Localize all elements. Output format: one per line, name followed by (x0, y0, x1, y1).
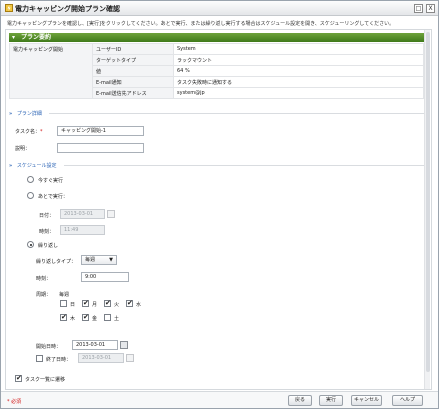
repeat-type-label: 繰り返しタイプ： (36, 259, 77, 265)
period-label: 周期： (36, 292, 52, 298)
summary-section-label: 電力キャッピング開始 (9, 43, 93, 99)
collapse-chevron-icon: ▾ (12, 34, 16, 41)
dialog-title: 電力キャッピング開始プラン確認 (15, 5, 120, 13)
repeat-type-select[interactable]: 毎週 ▼ (81, 255, 117, 265)
start-date-label: 開始日時： (36, 344, 62, 350)
calendar-icon[interactable] (126, 354, 134, 362)
back-button[interactable]: 戻る (288, 395, 312, 406)
day-tue-label: 火 (114, 302, 120, 308)
day-thu-label: 木 (70, 316, 76, 322)
required-mark: * (40, 129, 43, 135)
calendar-icon[interactable] (107, 210, 115, 218)
day-sat-label: 土 (114, 316, 120, 322)
day-fri-checkbox[interactable]: ✔ (82, 314, 89, 321)
dialog-footer: * 必須 戻る 実行 キャンセル ヘルプ (1, 391, 438, 408)
vertical-scrollbar[interactable] (424, 30, 430, 389)
summary-key: ユーザーID (92, 43, 174, 55)
later-time-input[interactable]: 11:49 (60, 225, 105, 235)
plan-summary-title: プラン要約 (21, 34, 52, 41)
description-label: 説明： (15, 146, 31, 152)
repeat-radio[interactable] (27, 241, 34, 248)
task-name-label-text: タスク名： (15, 129, 41, 135)
repeat-type-value: 毎週 (85, 257, 96, 263)
day-wed-checkbox[interactable]: ✔ (126, 300, 133, 307)
required-note: * 必須 (7, 399, 22, 405)
day-fri-label: 金 (92, 316, 98, 322)
end-date-checkbox[interactable] (36, 355, 43, 362)
day-tue-checkbox[interactable]: ✔ (104, 300, 111, 307)
plan-summary-header[interactable]: ▾ プラン要約 (9, 33, 424, 42)
scrollbar-thumb[interactable] (426, 32, 430, 372)
run-later-radio[interactable] (27, 192, 34, 199)
expand-chevron-icon: » (9, 111, 13, 117)
summary-value: ラックマウント (173, 54, 424, 66)
dialog-content-area[interactable]: ▾ プラン要約 電力キャッピング開始 ユーザーID System ターゲットタイ… (5, 29, 432, 390)
run-button[interactable]: 実行 (319, 395, 343, 406)
section-divider (49, 113, 424, 114)
repeat-time-input[interactable]: 9:00 (81, 272, 129, 282)
plan-details-section-header[interactable]: » プラン詳細 (9, 110, 424, 117)
end-date-input[interactable]: 2013-03-01 (78, 353, 124, 363)
repeat-time-label: 時刻： (36, 276, 52, 282)
day-mon-checkbox[interactable]: ✔ (82, 300, 89, 307)
summary-key: ターゲットタイプ (92, 54, 174, 66)
show-task-list-label: タスク一覧に遷移 (25, 377, 66, 383)
power-capping-icon (5, 4, 13, 12)
dialog-description: 電力キャッピングプランを確認し、[実行]をクリックしてください。あとで実行、また… (7, 21, 395, 27)
day-sun-label: 日 (70, 302, 76, 308)
restore-button[interactable]: □ (414, 4, 423, 13)
plan-details-title: プラン詳細 (16, 111, 42, 117)
section-divider (64, 165, 424, 166)
summary-value: System (173, 43, 424, 55)
run-now-label: 今すぐ実行 (38, 178, 64, 184)
task-name-input[interactable]: キャッピング開始-1 (57, 126, 144, 136)
period-value: 毎週 (59, 292, 70, 298)
description-input[interactable] (57, 143, 144, 153)
summary-key: E-mail通知 (92, 76, 174, 88)
task-name-label: タスク名：* (15, 128, 43, 135)
later-date-input[interactable]: 2013-03-01 (60, 209, 105, 219)
summary-key: E-mail送信先アドレス (92, 87, 174, 99)
start-date-input[interactable]: 2013-03-01 (72, 340, 118, 350)
calendar-icon[interactable] (120, 341, 128, 349)
summary-value: タスク失敗時に通知する (173, 76, 424, 88)
day-mon-label: 月 (92, 302, 98, 308)
repeat-label: 繰り返し (38, 243, 59, 249)
summary-value: 64 % (173, 65, 424, 77)
plan-confirmation-dialog: 電力キャッピング開始プラン確認 □ X 電力キャッピングプランを確認し、[実行]… (0, 0, 439, 409)
day-wed-label: 水 (136, 302, 142, 308)
help-button[interactable]: ヘルプ (392, 395, 423, 406)
expand-chevron-icon: » (9, 163, 13, 169)
day-thu-checkbox[interactable]: ✔ (60, 314, 67, 321)
dialog-titlebar[interactable]: 電力キャッピング開始プラン確認 □ X (1, 1, 438, 16)
show-task-list-checkbox[interactable]: ✔ (15, 375, 22, 382)
run-now-radio[interactable] (27, 176, 34, 183)
cancel-button[interactable]: キャンセル (351, 395, 382, 406)
end-date-label: 終了日時： (46, 357, 72, 363)
plan-summary-table: 電力キャッピング開始 ユーザーID System ターゲットタイプ ラックマウン… (9, 43, 424, 99)
day-sun-checkbox[interactable] (60, 300, 67, 307)
later-time-label: 時刻： (39, 229, 55, 235)
summary-value: system@jp (173, 87, 424, 99)
run-later-label: あとで実行： (38, 194, 68, 200)
schedule-title: スケジュール設定 (16, 163, 57, 169)
summary-key: 値 (92, 65, 174, 77)
close-button[interactable]: X (426, 4, 435, 13)
dropdown-arrow-icon: ▼ (109, 257, 113, 263)
schedule-section-header[interactable]: » スケジュール設定 (9, 162, 424, 169)
later-date-label: 日付： (39, 213, 55, 219)
day-sat-checkbox[interactable] (104, 314, 111, 321)
